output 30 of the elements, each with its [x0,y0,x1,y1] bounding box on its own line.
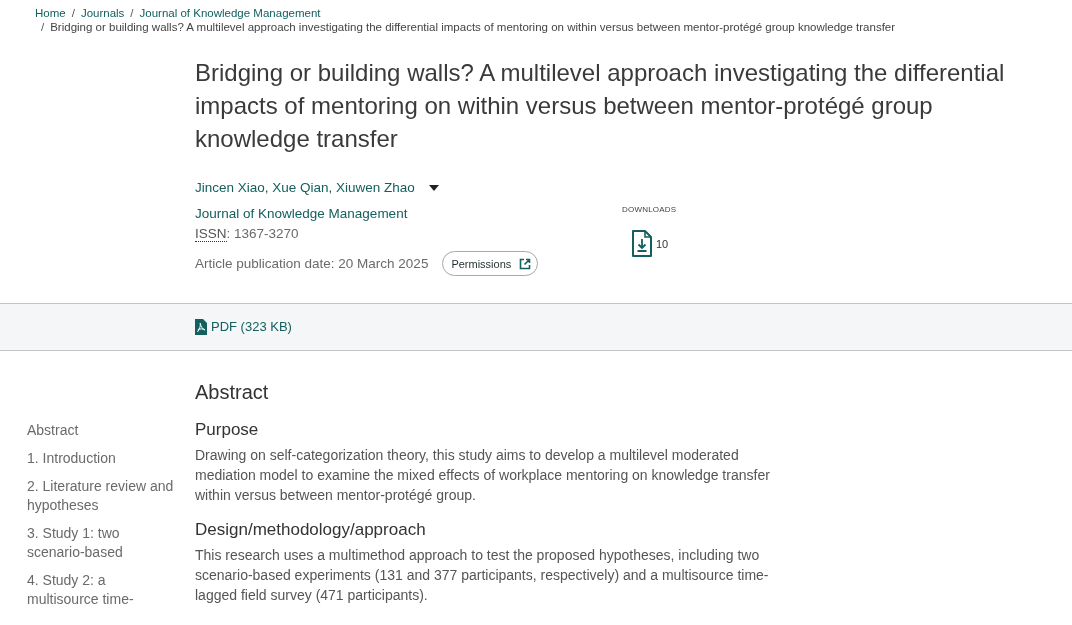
author-names-link[interactable]: Jincen Xiao, Xue Qian, Xiuwen Zhao [195,178,415,198]
sidebar-link[interactable]: Abstract [27,421,79,440]
sidebar-link[interactable]: 1. Introduction [27,449,116,468]
pdf-link[interactable]: PDF (323 KB) [195,317,292,337]
abstract-paragraph: Drawing on self-categorization theory, this study aims to develop a multilevel moderated mediation model to examine the mixed effects of workplace mentoring on knowledge transfer within versus between mentor-protégé group. [195,446,771,505]
permissions-button[interactable]: Permissions [442,251,539,276]
breadcrumb-link[interactable]: Journal of Knowledge Management [139,6,321,20]
breadcrumb-link[interactable]: Journals [80,6,125,20]
abstract-paragraph: This research uses a multimethod approach to test the proposed hypotheses, including two scenario-based experiments (131 and 377 participants, respectively) and a multisource time-lagged field survey (471 participants). [195,546,770,605]
issn-text: ISSN: 1367-3270 [195,225,299,244]
breadcrumb-current: Bridging or building walls? A multilevel approach investigating the differential impacts of mentoring on within versus between mentor-protégé group knowledge transfer [50,20,896,34]
journal-link[interactable]: Journal of Knowledge Management [195,204,408,224]
pdf-file-icon [195,319,207,335]
sidebar-link[interactable]: 3. Study 1: two scenario-based [27,524,177,562]
publication-date: Article publication date: 20 March 2025 [195,254,429,273]
download-file-icon [632,230,652,257]
external-link-icon [519,257,532,270]
downloads-label: DOWNLOADS [622,205,677,215]
subsection-heading: Purpose [195,419,260,441]
sidebar-link[interactable]: 4. Study 2: a multisource time- [27,571,177,609]
download-count: 10 [656,237,669,250]
breadcrumb-link[interactable]: Home [35,6,66,20]
breadcrumb-separator: / [41,20,45,34]
breadcrumb-separator: / [130,6,134,20]
section-heading: Abstract [195,380,270,405]
article-title: Bridging or building walls? A multilevel approach investigating the differential impacts of mentoring on within versus between mentor-protégé group knowledge transfer [195,58,1006,154]
sidebar-link[interactable]: 2. Literature review and hypotheses [27,477,177,515]
caret-icon[interactable] [428,185,439,191]
breadcrumb-separator: / [71,6,75,20]
subsection-heading: Design/methodology/approach [195,519,427,541]
